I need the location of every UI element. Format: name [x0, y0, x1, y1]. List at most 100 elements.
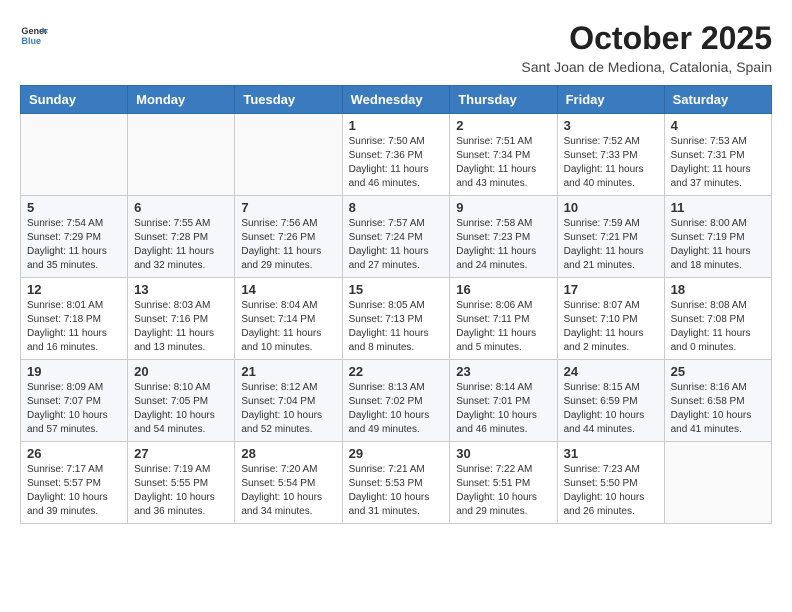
day-number: 5: [27, 200, 121, 215]
day-number: 18: [671, 282, 765, 297]
day-number: 22: [349, 364, 444, 379]
day-cell: 16 Sunrise: 8:06 AMSunset: 7:11 PMDayligh…: [450, 278, 557, 360]
day-number: 14: [241, 282, 335, 297]
weekday-header-sunday: Sunday: [21, 86, 128, 114]
day-number: 27: [134, 446, 228, 461]
day-cell: [21, 114, 128, 196]
svg-text:Blue: Blue: [21, 36, 41, 46]
day-cell: 10Sunrise: 7:59 AMSunset: 7:21 PMDayligh…: [557, 196, 664, 278]
day-number: 8: [349, 200, 444, 215]
day-info: Sunrise: 7:53 AMSunset: 7:31 PMDaylight:…: [671, 135, 765, 191]
day-number: 10: [564, 200, 658, 215]
month-year: October 2025: [521, 20, 772, 57]
day-cell: [235, 114, 342, 196]
day-cell: 17 Sunrise: 8:07 AMSunset: 7:10 PMDayligh…: [557, 278, 664, 360]
day-number: 4: [671, 118, 765, 133]
day-info: Sunrise: 8:00 AMSunset: 7:19 PMDaylight:…: [671, 217, 765, 273]
day-cell: 5 Sunrise: 7:54 AMSunset: 7:29 PMDaylight…: [21, 196, 128, 278]
day-number: 17: [564, 282, 658, 297]
day-info: Sunrise: 8:15 AMSunset: 6:59 PMDaylight:…: [564, 381, 658, 437]
day-cell: 18 Sunrise: 8:08 AMSunset: 7:08 PMDayligh…: [664, 278, 771, 360]
day-number: 24: [564, 364, 658, 379]
day-cell: 30 Sunrise: 7:22 AMSunset: 5:51 PMDayligh…: [450, 442, 557, 524]
day-number: 31: [564, 446, 658, 461]
day-info: Sunrise: 7:54 AMSunset: 7:29 PMDaylight:…: [27, 217, 121, 273]
weekday-header-wednesday: Wednesday: [342, 86, 450, 114]
day-info: Sunrise: 8:03 AMSunset: 7:16 PMDaylight:…: [134, 299, 228, 355]
day-info: Sunrise: 8:07 AMSunset: 7:10 PMDaylight:…: [564, 299, 658, 355]
day-info: Sunrise: 7:57 AMSunset: 7:24 PMDaylight:…: [349, 217, 444, 273]
day-cell: 11 Sunrise: 8:00 AMSunset: 7:19 PMDayligh…: [664, 196, 771, 278]
weekday-header-monday: Monday: [128, 86, 235, 114]
day-number: 2: [456, 118, 550, 133]
logo-icon: General Blue: [20, 20, 48, 48]
day-info: Sunrise: 7:55 AMSunset: 7:28 PMDaylight:…: [134, 217, 228, 273]
day-number: 19: [27, 364, 121, 379]
day-number: 28: [241, 446, 335, 461]
day-info: Sunrise: 8:05 AMSunset: 7:13 PMDaylight:…: [349, 299, 444, 355]
day-info: Sunrise: 7:50 AMSunset: 7:36 PMDaylight:…: [349, 135, 444, 191]
day-info: Sunrise: 7:21 AMSunset: 5:53 PMDaylight:…: [349, 463, 444, 519]
day-cell: 28 Sunrise: 7:20 AMSunset: 5:54 PMDayligh…: [235, 442, 342, 524]
location: Sant Joan de Mediona, Catalonia, Spain: [521, 59, 772, 75]
week-row-4: 19 Sunrise: 8:09 AMSunset: 7:07 PMDayligh…: [21, 360, 772, 442]
day-cell: 19 Sunrise: 8:09 AMSunset: 7:07 PMDayligh…: [21, 360, 128, 442]
day-cell: 29 Sunrise: 7:21 AMSunset: 5:53 PMDayligh…: [342, 442, 450, 524]
day-number: 20: [134, 364, 228, 379]
day-cell: 25 Sunrise: 8:16 AMSunset: 6:58 PMDayligh…: [664, 360, 771, 442]
day-number: 16: [456, 282, 550, 297]
day-info: Sunrise: 7:20 AMSunset: 5:54 PMDaylight:…: [241, 463, 335, 519]
week-row-2: 5 Sunrise: 7:54 AMSunset: 7:29 PMDaylight…: [21, 196, 772, 278]
day-info: Sunrise: 7:52 AMSunset: 7:33 PMDaylight:…: [564, 135, 658, 191]
day-info: Sunrise: 7:17 AMSunset: 5:57 PMDaylight:…: [27, 463, 121, 519]
day-info: Sunrise: 7:56 AMSunset: 7:26 PMDaylight:…: [241, 217, 335, 273]
day-cell: 6 Sunrise: 7:55 AMSunset: 7:28 PMDaylight…: [128, 196, 235, 278]
day-info: Sunrise: 8:04 AMSunset: 7:14 PMDaylight:…: [241, 299, 335, 355]
day-cell: 22 Sunrise: 8:13 AMSunset: 7:02 PMDayligh…: [342, 360, 450, 442]
day-info: Sunrise: 7:22 AMSunset: 5:51 PMDaylight:…: [456, 463, 550, 519]
day-info: Sunrise: 8:01 AMSunset: 7:18 PMDaylight:…: [27, 299, 121, 355]
week-row-1: 1 Sunrise: 7:50 AMSunset: 7:36 PMDaylight…: [21, 114, 772, 196]
day-info: Sunrise: 8:12 AMSunset: 7:04 PMDaylight:…: [241, 381, 335, 437]
day-cell: [128, 114, 235, 196]
week-row-5: 26Sunrise: 7:17 AMSunset: 5:57 PMDayligh…: [21, 442, 772, 524]
day-number: 11: [671, 200, 765, 215]
day-info: Sunrise: 8:06 AMSunset: 7:11 PMDaylight:…: [456, 299, 550, 355]
day-cell: 2Sunrise: 7:51 AMSunset: 7:34 PMDaylight…: [450, 114, 557, 196]
week-row-3: 12 Sunrise: 8:01 AMSunset: 7:18 PMDayligh…: [21, 278, 772, 360]
day-info: Sunrise: 8:13 AMSunset: 7:02 PMDaylight:…: [349, 381, 444, 437]
day-cell: 23Sunrise: 8:14 AMSunset: 7:01 PMDayligh…: [450, 360, 557, 442]
day-number: 15: [349, 282, 444, 297]
day-number: 12: [27, 282, 121, 297]
day-number: 3: [564, 118, 658, 133]
day-number: 13: [134, 282, 228, 297]
day-cell: 21 Sunrise: 8:12 AMSunset: 7:04 PMDayligh…: [235, 360, 342, 442]
day-info: Sunrise: 8:09 AMSunset: 7:07 PMDaylight:…: [27, 381, 121, 437]
day-number: 6: [134, 200, 228, 215]
day-cell: 26Sunrise: 7:17 AMSunset: 5:57 PMDayligh…: [21, 442, 128, 524]
weekday-header-thursday: Thursday: [450, 86, 557, 114]
day-number: 1: [349, 118, 444, 133]
day-number: 23: [456, 364, 550, 379]
day-cell: [664, 442, 771, 524]
day-info: Sunrise: 8:16 AMSunset: 6:58 PMDaylight:…: [671, 381, 765, 437]
day-cell: 14 Sunrise: 8:04 AMSunset: 7:14 PMDayligh…: [235, 278, 342, 360]
calendar-table: SundayMondayTuesdayWednesdayThursdayFrid…: [20, 85, 772, 524]
title-section: October 2025 Sant Joan de Mediona, Catal…: [521, 20, 772, 75]
day-cell: 20Sunrise: 8:10 AMSunset: 7:05 PMDayligh…: [128, 360, 235, 442]
day-cell: 9Sunrise: 7:58 AMSunset: 7:23 PMDaylight…: [450, 196, 557, 278]
day-cell: 31 Sunrise: 7:23 AMSunset: 5:50 PMDayligh…: [557, 442, 664, 524]
weekday-header-saturday: Saturday: [664, 86, 771, 114]
day-number: 30: [456, 446, 550, 461]
day-number: 25: [671, 364, 765, 379]
logo: General Blue: [20, 20, 48, 48]
day-number: 29: [349, 446, 444, 461]
day-cell: 27Sunrise: 7:19 AMSunset: 5:55 PMDayligh…: [128, 442, 235, 524]
day-info: Sunrise: 8:08 AMSunset: 7:08 PMDaylight:…: [671, 299, 765, 355]
day-number: 21: [241, 364, 335, 379]
day-number: 7: [241, 200, 335, 215]
day-cell: 24 Sunrise: 8:15 AMSunset: 6:59 PMDayligh…: [557, 360, 664, 442]
day-cell: 4 Sunrise: 7:53 AMSunset: 7:31 PMDaylight…: [664, 114, 771, 196]
day-cell: 7 Sunrise: 7:56 AMSunset: 7:26 PMDaylight…: [235, 196, 342, 278]
day-info: Sunrise: 7:23 AMSunset: 5:50 PMDaylight:…: [564, 463, 658, 519]
